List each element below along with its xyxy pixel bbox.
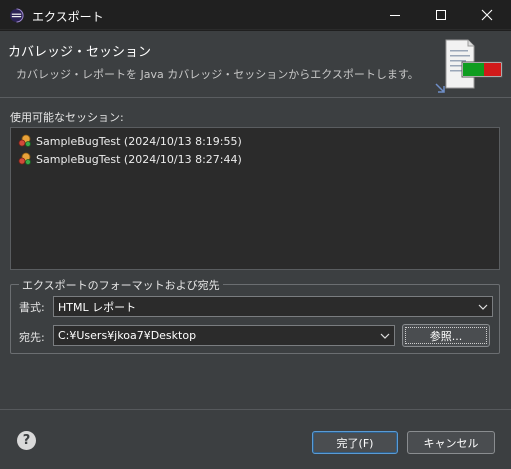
- title-bar: エクスポート: [0, 0, 511, 30]
- maximize-icon: [436, 10, 446, 20]
- format-select[interactable]: HTML レポート: [53, 296, 493, 317]
- wizard-content: 使用可能なセッション: SampleBugTest (2024/10/13 8:…: [0, 98, 511, 469]
- list-item[interactable]: SampleBugTest (2024/10/13 8:27:44): [17, 150, 242, 168]
- format-label: 書式:: [19, 301, 45, 314]
- finish-button[interactable]: 完了(F): [312, 431, 398, 454]
- browse-button[interactable]: 参照...: [402, 324, 490, 347]
- footer-separator: [0, 409, 511, 410]
- session-label: SampleBugTest (2024/10/13 8:27:44): [36, 152, 242, 166]
- destination-label: 宛先:: [19, 331, 45, 344]
- wizard-description: カバレッジ・レポートを Java カバレッジ・セッションからエクスポートします。: [16, 68, 419, 81]
- sessions-label: 使用可能なセッション:: [10, 111, 124, 124]
- minimize-button[interactable]: [372, 0, 418, 30]
- minimize-icon: [390, 15, 400, 16]
- destination-combo[interactable]: C:¥Users¥jkoa7¥Desktop: [53, 325, 395, 346]
- session-list[interactable]: SampleBugTest (2024/10/13 8:19:55) Sampl…: [10, 127, 500, 270]
- eclipse-icon: [9, 8, 24, 23]
- cancel-button[interactable]: キャンセル: [407, 431, 495, 454]
- wizard-title: カバレッジ・セッション: [8, 45, 152, 60]
- maximize-button[interactable]: [418, 0, 464, 30]
- chevron-down-icon[interactable]: [474, 297, 492, 316]
- wizard-header: カバレッジ・セッション カバレッジ・レポートを Java カバレッジ・セッション…: [0, 31, 511, 97]
- coverage-session-icon: [18, 134, 31, 147]
- coverage-session-icon: [18, 152, 31, 165]
- destination-value: C:¥Users¥jkoa7¥Desktop: [58, 329, 197, 342]
- close-button[interactable]: [464, 0, 510, 30]
- help-icon[interactable]: ?: [17, 431, 36, 450]
- window-title: エクスポート: [32, 10, 104, 24]
- format-value: HTML レポート: [58, 300, 137, 314]
- format-destination-group: エクスポートのフォーマットおよび宛先 書式: HTML レポート 宛先: C:¥…: [10, 277, 500, 354]
- group-legend: エクスポートのフォーマットおよび宛先: [19, 277, 223, 293]
- export-report-icon: [435, 39, 503, 93]
- close-icon: [481, 9, 493, 21]
- chevron-down-icon[interactable]: [376, 326, 394, 345]
- list-item[interactable]: SampleBugTest (2024/10/13 8:19:55): [17, 132, 242, 150]
- session-label: SampleBugTest (2024/10/13 8:19:55): [36, 134, 242, 148]
